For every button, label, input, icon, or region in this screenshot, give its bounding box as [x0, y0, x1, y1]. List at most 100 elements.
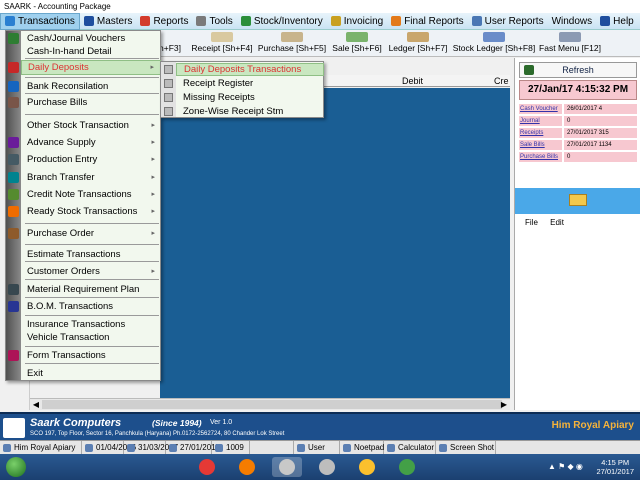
stat-receipts: Receipts 27/01/2017 315	[519, 128, 637, 138]
stat-label[interactable]: Receipts	[519, 128, 562, 138]
toolbar-stock-ledger-sh-f8-icon	[483, 32, 505, 42]
menu-item-label: Branch Transfer	[27, 172, 95, 183]
info-label: User	[308, 443, 325, 452]
toolbar-ledger-sh-f7-icon	[407, 32, 429, 42]
plan-icon	[8, 284, 19, 295]
menu-separator	[25, 315, 159, 316]
scroll-left-icon[interactable]: ◀	[30, 399, 42, 411]
submenu-arrow-icon: ▸	[150, 64, 154, 71]
toolbar-ledger-sh-f7-button[interactable]: Ledger [Sh+F7]	[386, 32, 450, 56]
menu-final-reports[interactable]: Final Reports	[387, 13, 467, 30]
purchase-icon	[8, 97, 19, 108]
edit-menu[interactable]: Edit	[550, 218, 564, 227]
menu-item-credit-note-transactions[interactable]: Credit Note Transactions ▸	[21, 187, 161, 202]
toolbar-label: Ledger [Sh+F7]	[388, 43, 448, 53]
menu-windows[interactable]: Windows	[548, 13, 597, 30]
menu-tools[interactable]: Tools	[192, 13, 236, 30]
firm-icon	[3, 443, 11, 452]
menu-item-vehicle-transaction[interactable]: Vehicle Transaction	[21, 330, 161, 345]
taskbar-clock[interactable]: 4:15 PM 27/01/2017	[596, 458, 634, 476]
toolbar-h-f3-button[interactable]: h+F3]	[158, 32, 182, 56]
info-31-03-2017[interactable]: 31/03/2017	[124, 441, 178, 454]
menu-item-production-entry[interactable]: Production Entry ▸	[21, 152, 161, 167]
menu-item-label: Ready Stock Transactions	[27, 206, 138, 217]
toolbar-sale-sh-f6-button[interactable]: Sale [Sh+F6]	[330, 32, 384, 56]
menu-item-advance-supply[interactable]: Advance Supply ▸	[21, 135, 161, 150]
info-label: Him Royal Apiary	[14, 443, 76, 452]
toolbar-purchase-sh-f5-button[interactable]: Purchase [Sh+F5]	[256, 32, 328, 56]
taskbar-calculator-button[interactable]	[312, 457, 342, 477]
stat-label[interactable]: Journal	[519, 116, 562, 126]
menu-invoicing[interactable]: Invoicing	[327, 13, 387, 30]
menu-item-daily-deposits[interactable]: Daily Deposits ▸	[21, 60, 161, 75]
grid-header: Debit Cre	[320, 75, 510, 87]
menu-masters[interactable]: Masters	[80, 13, 137, 30]
info-27-01-2017[interactable]: 27/01/2017	[166, 441, 220, 454]
menu-reports[interactable]: Reports	[136, 13, 192, 30]
taskbar-files-button[interactable]	[352, 457, 382, 477]
menu-item-material-requirement-plan[interactable]: Material Requirement Plan	[21, 282, 161, 297]
menu-user-reports[interactable]: User Reports	[468, 13, 548, 30]
main-workspace	[160, 88, 510, 398]
taskbar-chrome-button[interactable]	[192, 457, 222, 477]
info-screen-shot[interactable]: Screen Shot	[436, 441, 496, 454]
submenu-arrow-icon: ▸	[151, 122, 155, 129]
taskbar-firefox-button[interactable]	[232, 457, 262, 477]
submenu-item-daily-deposits-transactions[interactable]: Daily Deposits Transactions	[176, 63, 324, 76]
info-him-royal-apiary[interactable]: Him Royal Apiary	[0, 441, 82, 454]
chrome2-icon	[399, 459, 415, 475]
menu-help[interactable]: Help	[596, 13, 638, 30]
stat-purchase-bills: Purchase Bills 0	[519, 152, 637, 162]
info-calculator[interactable]: Calculator	[384, 441, 436, 454]
menu-item-label: Customer Orders	[27, 266, 100, 277]
toolbar-receipt-sh-f4-button[interactable]: Receipt [Sh+F4]	[190, 32, 254, 56]
menu-item-customer-orders[interactable]: Customer Orders ▸	[21, 264, 161, 279]
info-1009[interactable]: 1009	[212, 441, 250, 454]
menu-transactions[interactable]: Transactions	[0, 12, 80, 30]
menu-item-form-transactions[interactable]: Form Transactions	[21, 348, 161, 363]
submenu-item-missing-receipts[interactable]: Missing Receipts	[176, 91, 324, 104]
refresh-button[interactable]: Refresh	[519, 62, 637, 78]
start-button[interactable]	[6, 457, 26, 477]
menu-item-b-o-m-transactions[interactable]: B.O.M. Transactions	[21, 299, 161, 314]
stat-value: 0	[564, 152, 637, 162]
info-label: 1009	[226, 443, 244, 452]
menu-item-label: Production Entry	[27, 154, 98, 165]
menu-item-bank-reconsilation[interactable]: Bank Reconsilation	[21, 79, 161, 94]
submenu-arrow-icon: ▸	[151, 191, 155, 198]
credit-column-header[interactable]: Cre	[494, 76, 509, 86]
scroll-thumb[interactable]	[42, 400, 502, 409]
menu-item-ready-stock-transactions[interactable]: Ready Stock Transactions ▸	[21, 204, 161, 219]
horizontal-scrollbar[interactable]: ◀ ▶	[30, 398, 510, 410]
file-menu[interactable]: File	[525, 218, 538, 227]
menu-item-estimate-transactions[interactable]: Estimate Transactions	[21, 247, 161, 262]
since-label: (Since 1994)	[152, 418, 202, 428]
folder-icon[interactable]	[569, 194, 587, 206]
menu-item-branch-transfer[interactable]: Branch Transfer ▸	[21, 170, 161, 185]
menu-item-label: Daily Deposits	[28, 62, 89, 73]
submenu-item-zone-wise-receipt-stm[interactable]: Zone-Wise Receipt Stm	[176, 105, 324, 118]
menu-item-purchase-order[interactable]: Purchase Order ▸	[21, 226, 161, 241]
taskbar-saark-button[interactable]	[272, 457, 302, 477]
menu-item-other-stock-transaction[interactable]: Other Stock Transaction ▸	[21, 118, 161, 133]
info-noetpad[interactable]: Noetpad	[340, 441, 384, 454]
tray-icons[interactable]: ▲ ⚑ ◆ ◉	[548, 462, 583, 471]
credit-note-icon	[8, 189, 19, 200]
taskbar-chrome2-button[interactable]	[392, 457, 422, 477]
menu-item-purchase-bills[interactable]: Purchase Bills	[21, 95, 161, 110]
debit-column-header[interactable]: Debit	[402, 76, 423, 86]
client-name: Him Royal Apiary	[551, 420, 634, 431]
submenu-item-receipt-register[interactable]: Receipt Register	[176, 77, 324, 90]
stat-label[interactable]: Purchase Bills	[519, 152, 562, 162]
stat-label[interactable]: Sale Bills	[519, 140, 562, 150]
toolbar-stock-ledger-sh-f8-button[interactable]: Stock Ledger [Sh+F8]	[452, 32, 536, 56]
toolbar-fast-menu-f12-button[interactable]: Fast Menu [F12]	[538, 32, 602, 56]
scroll-right-icon[interactable]: ▶	[498, 399, 510, 411]
menu-item-exit[interactable]: Exit	[21, 366, 161, 381]
menu-item-cash-in-hand-detail[interactable]: Cash-In-hand Detail	[21, 44, 161, 59]
info-01-04-2016[interactable]: 01/04/2016	[82, 441, 136, 454]
folder-panel	[515, 188, 640, 214]
info-user[interactable]: User	[294, 441, 340, 454]
menu-stock-inventory[interactable]: Stock/Inventory	[237, 13, 327, 30]
stat-label[interactable]: Cash Voucher	[519, 104, 562, 114]
